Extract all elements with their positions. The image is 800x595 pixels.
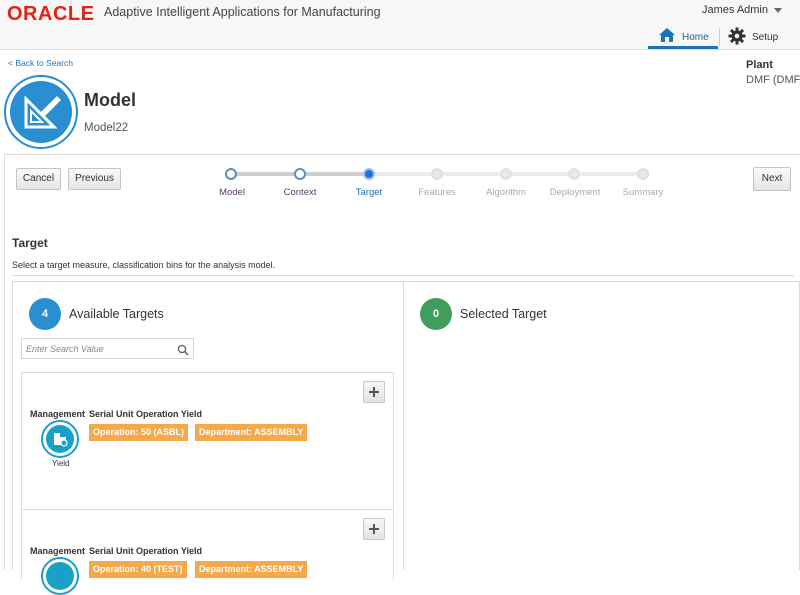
train-stop-context[interactable] xyxy=(294,168,306,180)
train-label-context[interactable]: Context xyxy=(265,187,335,198)
selected-target-title: Selected Target xyxy=(460,307,547,321)
model-name: Model22 xyxy=(84,122,129,134)
back-to-search-link[interactable]: < Back to Search xyxy=(8,58,73,68)
app-title: Adaptive Intelligent Applications for Ma… xyxy=(104,5,381,19)
search-icon[interactable] xyxy=(177,343,189,361)
train-label-features: Features xyxy=(418,187,456,198)
train-stop-model[interactable] xyxy=(225,168,237,180)
previous-button[interactable]: Previous xyxy=(68,168,121,190)
gear-icon xyxy=(728,27,746,48)
card-category: Management xyxy=(30,409,86,419)
yield-icon xyxy=(41,557,79,595)
section-description: Select a target measure, classification … xyxy=(12,260,276,270)
department-tag: Department: ASSEMBLY xyxy=(195,424,308,441)
top-bar: ORACLE Adaptive Intelligent Applications… xyxy=(0,0,800,50)
user-menu[interactable]: James Admin xyxy=(702,4,782,16)
user-name: James Admin xyxy=(701,4,768,16)
nav-setup-label: Setup xyxy=(752,32,779,43)
train-stop-deployment xyxy=(568,168,580,180)
train-label-algorithm: Algorithm xyxy=(485,187,527,198)
add-target-button[interactable] xyxy=(363,381,385,403)
search-field xyxy=(21,338,194,359)
train-label-target[interactable]: Target xyxy=(334,187,404,198)
plant-label: Plant xyxy=(746,59,773,71)
selected-count-badge: 0 xyxy=(420,298,452,330)
divider xyxy=(12,275,794,276)
caret-down-icon xyxy=(774,7,782,13)
nav-setup[interactable]: Setup xyxy=(728,26,788,49)
search-input[interactable] xyxy=(26,342,171,356)
card-name: Serial Unit Operation Yield xyxy=(89,546,203,556)
oracle-logo: ORACLE xyxy=(7,3,95,25)
next-button[interactable]: Next xyxy=(753,167,791,191)
train-stop-target[interactable] xyxy=(363,168,375,180)
train-label-summary: Summary xyxy=(622,187,664,198)
operation-tag: Operation: 50 (ASBL) xyxy=(89,424,189,441)
available-targets-title: Available Targets xyxy=(69,307,164,321)
plant-value: DMF (DMF xyxy=(746,74,800,86)
add-target-button[interactable] xyxy=(363,518,385,540)
nav-home-label: Home xyxy=(682,32,709,43)
selected-target-panel xyxy=(403,281,800,570)
card-name: Serial Unit Operation Yield xyxy=(89,409,203,419)
yield-label: Yield xyxy=(52,459,70,468)
cancel-button[interactable]: Cancel xyxy=(16,168,61,190)
train-stop-algorithm xyxy=(500,168,512,180)
model-icon xyxy=(4,75,78,149)
train-stop-summary xyxy=(637,168,649,180)
nav-divider xyxy=(719,28,720,46)
available-count-badge: 4 xyxy=(29,298,61,330)
nav-home[interactable]: Home xyxy=(648,26,718,49)
train-stop-features xyxy=(431,168,443,180)
train-label-model[interactable]: Model xyxy=(197,187,267,198)
home-icon xyxy=(658,27,676,46)
page-title: Model xyxy=(84,90,136,110)
card-category: Management xyxy=(30,546,86,556)
section-title: Target xyxy=(12,236,48,250)
yield-icon xyxy=(41,420,79,458)
train-label-deployment: Deployment xyxy=(549,187,601,198)
